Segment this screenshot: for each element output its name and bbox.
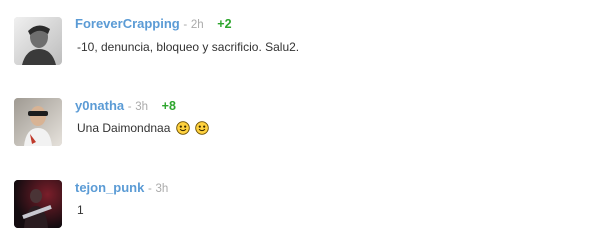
timestamp: 3h	[135, 101, 149, 113]
separator: -	[127, 101, 132, 113]
separator: -	[183, 19, 188, 31]
user-avatar-photo-icon	[14, 98, 62, 146]
comment-header: ForeverCrapping - 2h +2	[75, 16, 232, 33]
vote-count: +2	[217, 17, 232, 31]
timestamp: 2h	[190, 19, 204, 31]
comment-header: y0natha - 3h +8	[75, 98, 176, 115]
comment-text: Una Daimondnaa	[77, 121, 209, 135]
avatar[interactable]	[14, 17, 62, 65]
username-link[interactable]: ForeverCrapping	[75, 16, 180, 31]
username-link[interactable]: y0natha	[75, 98, 124, 113]
comment-text: -10, denuncia, bloqueo y sacrificio. Sal…	[77, 40, 299, 54]
user-avatar-photo-icon	[14, 180, 62, 228]
comment-text: 1	[77, 203, 84, 217]
vote-count: +8	[161, 99, 176, 113]
username-link[interactable]: tejon_punk	[75, 180, 144, 195]
separator: -	[147, 183, 152, 195]
avatar[interactable]	[14, 98, 62, 146]
user-avatar-photo-icon	[14, 17, 62, 65]
comment-header: tejon_punk - 3h	[75, 180, 168, 197]
comment-text-content: Una Daimondnaa	[77, 121, 171, 135]
comment-text-content: 1	[77, 203, 84, 217]
smiley-icon	[195, 121, 209, 135]
comment-text-content: -10, denuncia, bloqueo y sacrificio. Sal…	[77, 40, 300, 54]
smiley-icon	[175, 121, 190, 135]
avatar[interactable]	[14, 180, 62, 228]
timestamp: 3h	[155, 183, 169, 195]
